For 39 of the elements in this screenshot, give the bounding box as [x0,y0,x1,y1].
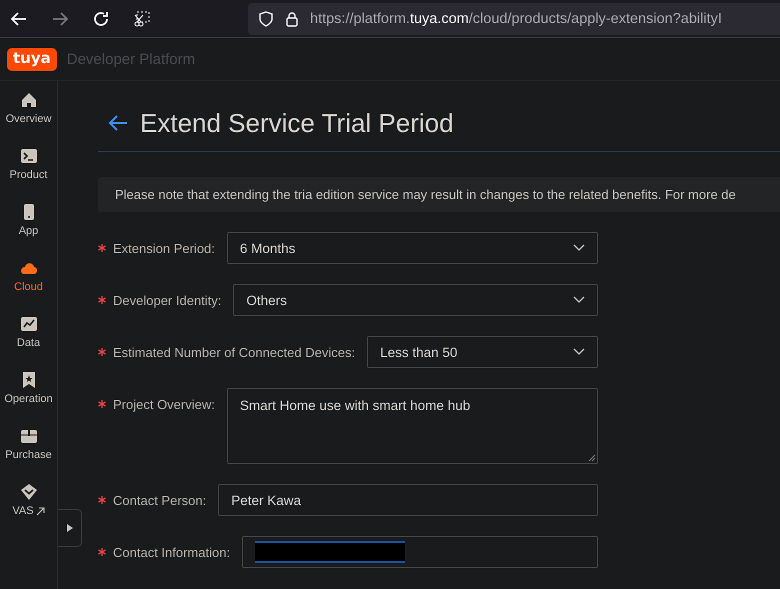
notice-text: Please note that extending the tria edition service may result in changes to the related benefits. For more de [98,177,780,212]
triangle-right-icon [66,524,72,532]
field-label: Project Overview: [113,396,215,412]
field-label: Estimated Number of Connected Devices: [113,344,356,360]
input-field[interactable]: Peter Kawa [218,484,598,516]
select-field[interactable]: Others [233,284,598,316]
field-label: Contact Information: [113,544,230,560]
url-field[interactable]: https://platform.tuya.com/cloud/products/apply-extension?abilityI [248,2,780,34]
expand-sidebar-button[interactable] [58,509,82,547]
back-arrow-icon[interactable] [108,114,128,132]
field-label: Developer Identity: [113,292,222,308]
page-title: Extend Service Trial Period [140,108,454,138]
sidebar-item[interactable]: App [0,203,58,259]
lock-icon[interactable] [284,10,300,26]
chevron-diamond-icon [20,483,38,501]
select-field[interactable]: 6 Months [226,232,598,264]
input-field[interactable] [242,536,598,568]
sidebar-item[interactable]: Data [0,315,58,371]
sidebar-item[interactable]: VAS [0,483,58,539]
field-label: Extension Period: [113,240,215,256]
box-icon [20,427,38,445]
text-area[interactable]: Smart Home use with smart home hub [226,388,598,464]
sidebar-item[interactable]: Operation [0,371,58,427]
url-text: https://platform.tuya.com/cloud/products/apply-extension?abilityI [310,10,722,26]
shield-icon[interactable] [258,10,274,26]
sidebar-item[interactable]: Product [0,147,58,203]
resize-grip-icon [587,453,596,462]
home-icon [20,91,38,109]
terminal-icon [20,147,38,165]
caret-icon [573,244,585,252]
caret-icon [573,348,585,356]
sidebar-item[interactable]: Overview [0,91,58,147]
scissors-icon[interactable] [132,8,152,28]
field-label: Contact Person: [113,492,206,508]
sidebar-item[interactable]: Purchase [0,427,58,483]
chart-icon [20,315,38,333]
select-field[interactable]: Less than 50 [367,336,598,368]
caret-icon [573,296,585,304]
sidebar-item[interactable]: Cloud [0,259,58,315]
